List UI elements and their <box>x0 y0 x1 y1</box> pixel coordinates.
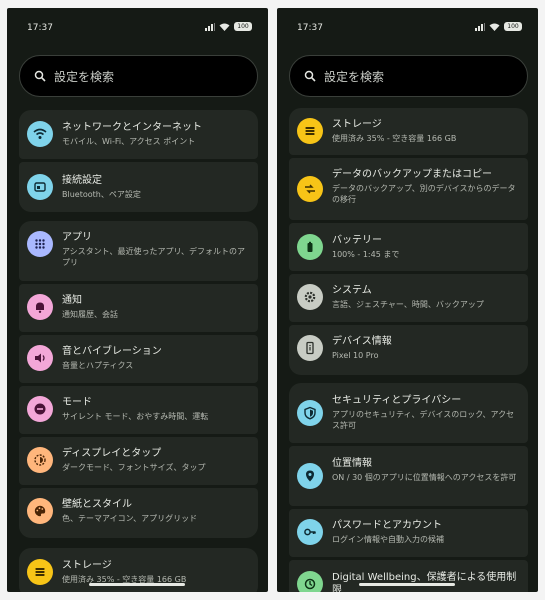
item-title: データのバックアップまたはコピー <box>332 169 492 180</box>
item-title: アプリ <box>62 232 92 243</box>
item-subtitle: ログイン情報や自動入力の候補 <box>332 535 444 544</box>
item-subtitle: 使用済み 35% - 空き容量 166 GB <box>332 134 457 143</box>
settings-screen-right: 17:37 100 設定を検索 ストレージ使用済み 35% - 空き容量 166… <box>277 8 538 592</box>
phone-info-icon <box>297 335 323 361</box>
item-title: システム <box>332 285 372 296</box>
key-icon <box>297 519 323 545</box>
battery-status-icon: 100 <box>504 22 522 31</box>
palette-icon <box>27 498 53 524</box>
wifi-status-icon <box>219 23 230 31</box>
settings-item-wallpaper[interactable]: 壁紙とスタイル色、テーマアイコン、アプリグリッド <box>19 488 258 538</box>
storage-icon <box>297 118 323 144</box>
settings-item-digital-wellbeing[interactable]: Digital Wellbeing、保護者による使用制限 <box>289 560 528 592</box>
item-subtitle: 音量とハプティクス <box>62 361 134 370</box>
item-subtitle: アプリのセキュリティ、デバイスのロック、アクセス許可 <box>332 410 515 430</box>
settings-item-display[interactable]: ディスプレイとタップダークモード、フォントサイズ、タップ <box>19 437 258 485</box>
settings-item-passwords-accounts[interactable]: パスワードとアカウント ログイン情報や自動入力の候補 <box>289 509 528 557</box>
settings-screen-left: 17:37 100 設定を検索 ネットワークとインターネット モバイル、Wi-Fi… <box>7 8 268 592</box>
settings-item-network[interactable]: ネットワークとインターネット モバイル、Wi-Fi、アクセス ポイント <box>19 110 258 159</box>
item-title: ストレージ <box>332 119 382 130</box>
search-icon <box>34 70 46 82</box>
item-subtitle: ON / 30 個のアプリに位置情報へのアクセスを許可 <box>332 473 517 482</box>
search-placeholder: 設定を検索 <box>54 69 115 84</box>
item-subtitle: 通知履歴、会話 <box>62 310 118 319</box>
gear-icon <box>297 284 323 310</box>
item-title: 位置情報 <box>332 458 372 469</box>
wifi-icon <box>27 121 53 147</box>
item-subtitle: Bluetooth、ペア設定 <box>62 190 141 199</box>
item-title: セキュリティとプライバシー <box>332 395 462 406</box>
settings-group-apps: アプリアシスタント、最近使ったアプリ、デフォルトのアプリ 通知通知履歴、会話 音… <box>19 221 258 538</box>
settings-item-location[interactable]: 位置情報 ON / 30 個のアプリに位置情報へのアクセスを許可 <box>289 446 528 506</box>
item-title: ストレージ <box>62 560 112 571</box>
item-title: デバイス情報 <box>332 336 392 347</box>
item-subtitle: モバイル、Wi-Fi、アクセス ポイント <box>62 137 196 146</box>
mode-icon <box>27 396 53 422</box>
settings-item-security[interactable]: セキュリティとプライバシーアプリのセキュリティ、デバイスのロック、アクセス許可 <box>289 383 528 443</box>
transfer-icon <box>297 176 323 202</box>
brightness-icon <box>27 447 53 473</box>
wifi-status-icon <box>489 23 500 31</box>
status-bar: 17:37 100 <box>277 8 538 33</box>
settings-item-notifications[interactable]: 通知 通知履歴、会話 <box>19 284 258 332</box>
item-subtitle: ダークモード、フォントサイズ、タップ <box>62 463 206 472</box>
item-subtitle: 100% - 1:45 まで <box>332 250 400 259</box>
item-title: ネットワークとインターネット <box>62 122 202 133</box>
apps-grid-icon <box>27 231 53 257</box>
item-title: 音とバイブレーション <box>62 346 162 357</box>
status-time: 17:37 <box>27 23 53 33</box>
settings-item-sound[interactable]: 音とバイブレーション 音量とハプティクス <box>19 335 258 383</box>
item-title: 通知 <box>62 295 82 306</box>
item-subtitle: データのバックアップ、別のデバイスからのデータの移行 <box>332 184 516 204</box>
speaker-icon <box>27 345 53 371</box>
battery-icon <box>297 234 323 260</box>
devices-icon <box>27 174 53 200</box>
search-icon <box>304 70 316 82</box>
item-subtitle: Pixel 10 Pro <box>332 351 379 360</box>
item-title: パスワードとアカウント <box>332 520 442 531</box>
storage-icon <box>27 559 53 585</box>
shield-icon <box>297 400 323 426</box>
location-icon <box>297 463 323 489</box>
settings-item-backup[interactable]: データのバックアップまたはコピーデータのバックアップ、別のデバイスからのデータの… <box>289 158 528 220</box>
item-subtitle: 色、テーマアイコン、アプリグリッド <box>62 514 198 523</box>
settings-item-storage[interactable]: ストレージ使用済み 35% - 空き容量 166 GB <box>289 108 528 155</box>
settings-group-privacy: セキュリティとプライバシー アプリのセキュリティ、デバイスのロック、アクセス許可 … <box>289 383 528 592</box>
item-title: バッテリー <box>332 235 382 246</box>
item-title: ディスプレイとタップ <box>62 448 162 459</box>
item-title: モード <box>62 397 92 408</box>
settings-item-battery[interactable]: バッテリー 100% - 1:45 まで <box>289 223 528 271</box>
signal-icon <box>475 22 485 31</box>
item-title: 接続設定 <box>62 175 102 186</box>
signal-icon <box>205 22 215 31</box>
search-placeholder: 設定を検索 <box>324 69 385 84</box>
settings-group-device: ストレージ使用済み 35% - 空き容量 166 GB データのバックアップまた… <box>289 108 528 375</box>
settings-item-modes[interactable]: モードサイレント モード、おやすみ時間、運転 <box>19 386 258 434</box>
status-bar: 17:37 100 <box>7 8 268 33</box>
gesture-nav-bar[interactable] <box>359 583 455 586</box>
battery-status-icon: 100 <box>234 22 252 31</box>
gesture-nav-bar[interactable] <box>89 583 185 586</box>
settings-item-system[interactable]: システム言語、ジェスチャー、時間、バックアップ <box>289 274 528 322</box>
item-subtitle: 言語、ジェスチャー、時間、バックアップ <box>332 300 484 309</box>
bell-icon <box>27 294 53 320</box>
item-title: Digital Wellbeing、保護者による使用制限 <box>332 572 517 592</box>
settings-item-apps[interactable]: アプリアシスタント、最近使ったアプリ、デフォルトのアプリ <box>19 221 258 281</box>
search-bar[interactable]: 設定を検索 <box>289 55 528 97</box>
settings-group-connectivity: ネットワークとインターネット モバイル、Wi-Fi、アクセス ポイント 接続設定 B… <box>19 110 258 212</box>
status-time: 17:37 <box>297 23 323 33</box>
settings-item-connected-devices[interactable]: 接続設定 Bluetooth、ペア設定 <box>19 162 258 212</box>
item-subtitle: サイレント モード、おやすみ時間、運転 <box>62 412 209 421</box>
wellbeing-icon <box>297 571 323 592</box>
item-subtitle: アシスタント、最近使ったアプリ、デフォルトのアプリ <box>62 247 246 267</box>
settings-item-about-device[interactable]: デバイス情報 Pixel 10 Pro <box>289 325 528 375</box>
search-bar[interactable]: 設定を検索 <box>19 55 258 97</box>
item-title: 壁紙とスタイル <box>62 499 132 510</box>
